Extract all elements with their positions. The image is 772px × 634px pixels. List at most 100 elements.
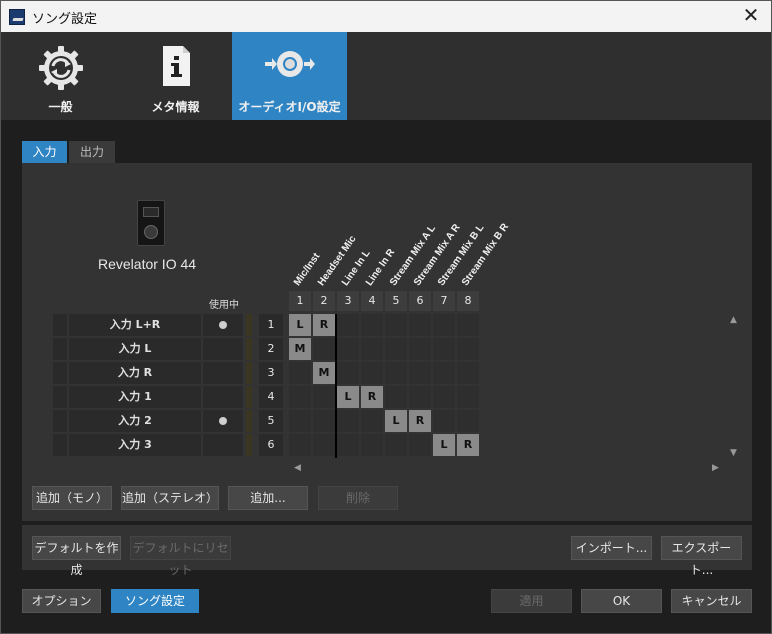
in-use-cell [203, 410, 243, 432]
routing-cell[interactable] [433, 338, 455, 360]
routing-assignment[interactable]: R [457, 434, 479, 456]
scroll-up-icon[interactable]: ▲ [730, 315, 737, 325]
row-handle[interactable] [53, 362, 67, 384]
remove-button[interactable]: 削除 [318, 486, 398, 510]
routing-assignment[interactable]: R [361, 386, 383, 408]
routing-cell[interactable] [457, 314, 479, 336]
routing-cell[interactable] [385, 362, 407, 384]
device-knob [144, 225, 158, 239]
scroll-left-icon[interactable]: ◀ [294, 463, 301, 473]
routing-cell[interactable] [337, 410, 359, 432]
routing-cell[interactable] [289, 386, 311, 408]
row-number: 5 [259, 410, 283, 432]
routing-cell[interactable] [409, 362, 431, 384]
routing-cell[interactable] [457, 386, 479, 408]
scroll-down-icon[interactable]: ▼ [730, 448, 737, 458]
tab-meta-info-label: メタ情報 [151, 100, 200, 114]
routing-cell[interactable] [433, 386, 455, 408]
routing-cell[interactable] [409, 386, 431, 408]
routing-cell[interactable] [337, 434, 359, 456]
add-stereo-button[interactable]: 追加（ステレオ） [121, 486, 219, 510]
reset-default-button[interactable]: デフォルトにリセット [130, 536, 231, 577]
input-channel-name[interactable]: 入力 L+R [69, 314, 201, 336]
scroll-right-icon[interactable]: ▶ [712, 463, 719, 473]
routing-cell[interactable] [337, 362, 359, 384]
mic-line-separator [335, 314, 337, 458]
routing-assignment[interactable]: M [289, 338, 311, 360]
input-channel-name[interactable]: 入力 3 [69, 434, 201, 456]
routing-cell[interactable] [361, 434, 383, 456]
input-channel-name[interactable]: 入力 R [69, 362, 201, 384]
add-button[interactable]: 追加... [228, 486, 308, 510]
routing-cell[interactable] [361, 314, 383, 336]
tab-audio-io[interactable]: オーディオI/O設定 [232, 32, 347, 120]
routing-assignment[interactable]: L [289, 314, 311, 336]
routing-assignment[interactable]: R [313, 314, 335, 336]
routing-cell[interactable] [361, 410, 383, 432]
routing-cell[interactable] [289, 410, 311, 432]
make-default-button[interactable]: デフォルトを作成 [32, 536, 121, 577]
column-number: 5 [385, 291, 407, 311]
routing-cell[interactable] [313, 434, 335, 456]
settings-body: 入力 出力 Revelator IO 44 使用中 Mic/Inst 1 Heads… [1, 120, 771, 633]
level-meter [246, 338, 252, 360]
tab-meta-info[interactable]: メタ情報 [118, 32, 233, 120]
song-settings-button[interactable]: ソング設定 [111, 589, 199, 613]
row-handle[interactable] [53, 314, 67, 336]
routing-assignment[interactable]: L [433, 434, 455, 456]
routing-cell[interactable] [457, 410, 479, 432]
in-use-cell [203, 338, 243, 360]
options-button[interactable]: オプション [22, 589, 101, 613]
row-handle[interactable] [53, 338, 67, 360]
tab-general[interactable]: 一般 [3, 32, 118, 120]
routing-cell[interactable] [313, 338, 335, 360]
routing-cell[interactable] [433, 362, 455, 384]
routing-cell[interactable] [385, 386, 407, 408]
apply-button[interactable]: 適用 [491, 589, 572, 613]
routing-assignment[interactable]: L [337, 386, 359, 408]
routing-cell[interactable] [457, 338, 479, 360]
routing-cell[interactable] [409, 338, 431, 360]
input-channel-name[interactable]: 入力 1 [69, 386, 201, 408]
routing-cell[interactable] [313, 410, 335, 432]
routing-cell[interactable] [385, 338, 407, 360]
routing-assignment[interactable]: M [313, 362, 335, 384]
routing-cell[interactable] [337, 338, 359, 360]
in-use-cell [203, 386, 243, 408]
close-icon[interactable]: ✕ [739, 4, 763, 28]
ok-button[interactable]: OK [581, 589, 662, 613]
routing-cell[interactable] [433, 314, 455, 336]
routing-cell[interactable] [385, 314, 407, 336]
routing-cell[interactable] [385, 434, 407, 456]
routing-cell[interactable] [409, 434, 431, 456]
column-number: 8 [457, 291, 479, 311]
column-number: 4 [361, 291, 383, 311]
add-mono-button[interactable]: 追加（モノ） [32, 486, 112, 510]
routing-cell[interactable] [361, 362, 383, 384]
input-channel-name[interactable]: 入力 L [69, 338, 201, 360]
routing-cell[interactable] [337, 314, 359, 336]
routing-cell[interactable] [409, 314, 431, 336]
in-use-indicator [219, 417, 227, 425]
row-number: 3 [259, 362, 283, 384]
routing-cell[interactable] [433, 410, 455, 432]
export-button[interactable]: エクスポート... [661, 536, 742, 577]
routing-cell[interactable] [457, 362, 479, 384]
row-handle[interactable] [53, 434, 67, 456]
level-meter [246, 362, 252, 384]
routing-cell[interactable] [313, 386, 335, 408]
row-number: 6 [259, 434, 283, 456]
routing-assignment[interactable]: L [385, 410, 407, 432]
level-meter [246, 314, 252, 336]
subtab-input[interactable]: 入力 [22, 141, 67, 163]
cancel-button[interactable]: キャンセル [671, 589, 752, 613]
row-handle[interactable] [53, 386, 67, 408]
subtab-output[interactable]: 出力 [69, 141, 115, 163]
input-channel-name[interactable]: 入力 2 [69, 410, 201, 432]
routing-cell[interactable] [289, 434, 311, 456]
import-button[interactable]: インポート... [571, 536, 652, 560]
routing-cell[interactable] [289, 362, 311, 384]
routing-cell[interactable] [361, 338, 383, 360]
row-handle[interactable] [53, 410, 67, 432]
routing-assignment[interactable]: R [409, 410, 431, 432]
